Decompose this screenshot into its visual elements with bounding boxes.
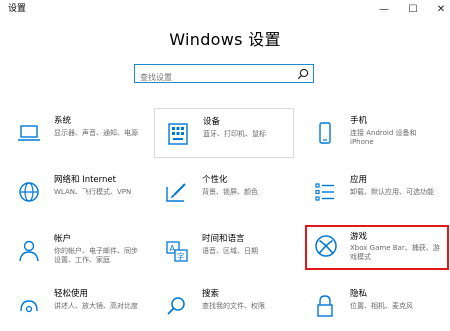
category-network[interactable]: 网络和 Internet WLAN、飞行模式、VPN xyxy=(6,167,146,217)
search-icon[interactable] xyxy=(297,68,309,80)
category-name: 应用 xyxy=(350,175,368,185)
category-name: 搜索 xyxy=(202,289,220,299)
category-description: 卸载、默认应用、可选功能 xyxy=(350,188,434,196)
category-search[interactable]: 搜索 查找我的文件、权限 xyxy=(154,281,294,331)
category-devices[interactable]: 设备 蓝牙、打印机、鼠标 xyxy=(154,108,294,158)
category-description: 连接 Android 设备和 iPhone xyxy=(350,129,417,146)
category-name: 游戏 xyxy=(350,232,368,242)
category-phone[interactable]: 手机 连接 Android 设备和 iPhone xyxy=(302,108,442,158)
category-name: 设备 xyxy=(203,117,221,127)
time-language-icon: A 字 xyxy=(166,241,188,262)
page-title: Windows 设置 xyxy=(169,30,281,49)
window-title: 设置 xyxy=(8,4,27,14)
category-name: 手机 xyxy=(350,116,368,126)
category-name: 网络和 Internet xyxy=(54,175,116,185)
category-description: 你的帐户、电子邮件、同步设置、工作、家庭 xyxy=(54,247,138,264)
apps-list-icon xyxy=(315,183,334,201)
category-name: 帐户 xyxy=(54,234,72,244)
category-privacy[interactable]: 隐私 位置、相机、麦克风 xyxy=(302,281,442,331)
lock-icon xyxy=(317,295,333,317)
title-bar: 设置 — ☐ ✕ xyxy=(0,0,450,20)
laptop-icon xyxy=(18,125,40,141)
close-button[interactable]: ✕ xyxy=(427,0,450,18)
category-name: 个性化 xyxy=(202,175,228,185)
person-icon xyxy=(19,240,39,262)
category-description: Xbox Game Bar、捕获、游戏模式 xyxy=(350,244,440,261)
phone-icon xyxy=(319,122,331,144)
minimize-button[interactable]: — xyxy=(370,0,398,18)
search-input[interactable] xyxy=(135,70,280,85)
accessibility-icon xyxy=(20,300,38,313)
category-description: 语音、区域、日期 xyxy=(202,247,258,255)
category-name: 时间和语言 xyxy=(202,234,245,244)
category-accounts[interactable]: 帐户 你的帐户、电子邮件、同步设置、工作、家庭 xyxy=(6,226,146,276)
maximize-button[interactable]: ☐ xyxy=(399,0,427,18)
category-description: 蓝牙、打印机、鼠标 xyxy=(203,130,266,138)
category-description: 背景、锁屏、颜色 xyxy=(202,188,258,196)
category-ease-of-access[interactable]: 轻松使用 讲述人、放大镜、高对比度 xyxy=(6,281,146,331)
category-system[interactable]: 系统 显示器、声音、通知、电源 xyxy=(6,108,146,158)
category-name: 隐私 xyxy=(350,289,368,299)
category-apps[interactable]: 应用 卸载、默认应用、可选功能 xyxy=(302,167,442,217)
category-description: 讲述人、放大镜、高对比度 xyxy=(54,302,138,310)
globe-icon xyxy=(19,182,39,202)
category-time-language[interactable]: A 字 时间和语言 语音、区域、日期 xyxy=(154,226,294,276)
category-description: 查找我的文件、权限 xyxy=(202,302,265,310)
category-description: 位置、相机、麦克风 xyxy=(350,302,413,310)
xbox-icon xyxy=(315,235,337,257)
category-personalization[interactable]: 个性化 背景、锁屏、颜色 xyxy=(154,167,294,217)
paintbrush-icon xyxy=(166,183,186,202)
category-name: 轻松使用 xyxy=(54,289,89,299)
category-description: 显示器、声音、通知、电源 xyxy=(54,129,138,137)
keyboard-icon xyxy=(168,123,188,145)
category-description: WLAN、飞行模式、VPN xyxy=(54,188,132,196)
svg-text:字: 字 xyxy=(177,251,185,261)
magnifier-icon xyxy=(167,297,185,315)
category-name: 系统 xyxy=(54,116,72,126)
category-gaming[interactable]: 游戏 Xbox Game Bar、捕获、游戏模式 xyxy=(305,225,449,270)
search-box[interactable] xyxy=(134,64,314,85)
